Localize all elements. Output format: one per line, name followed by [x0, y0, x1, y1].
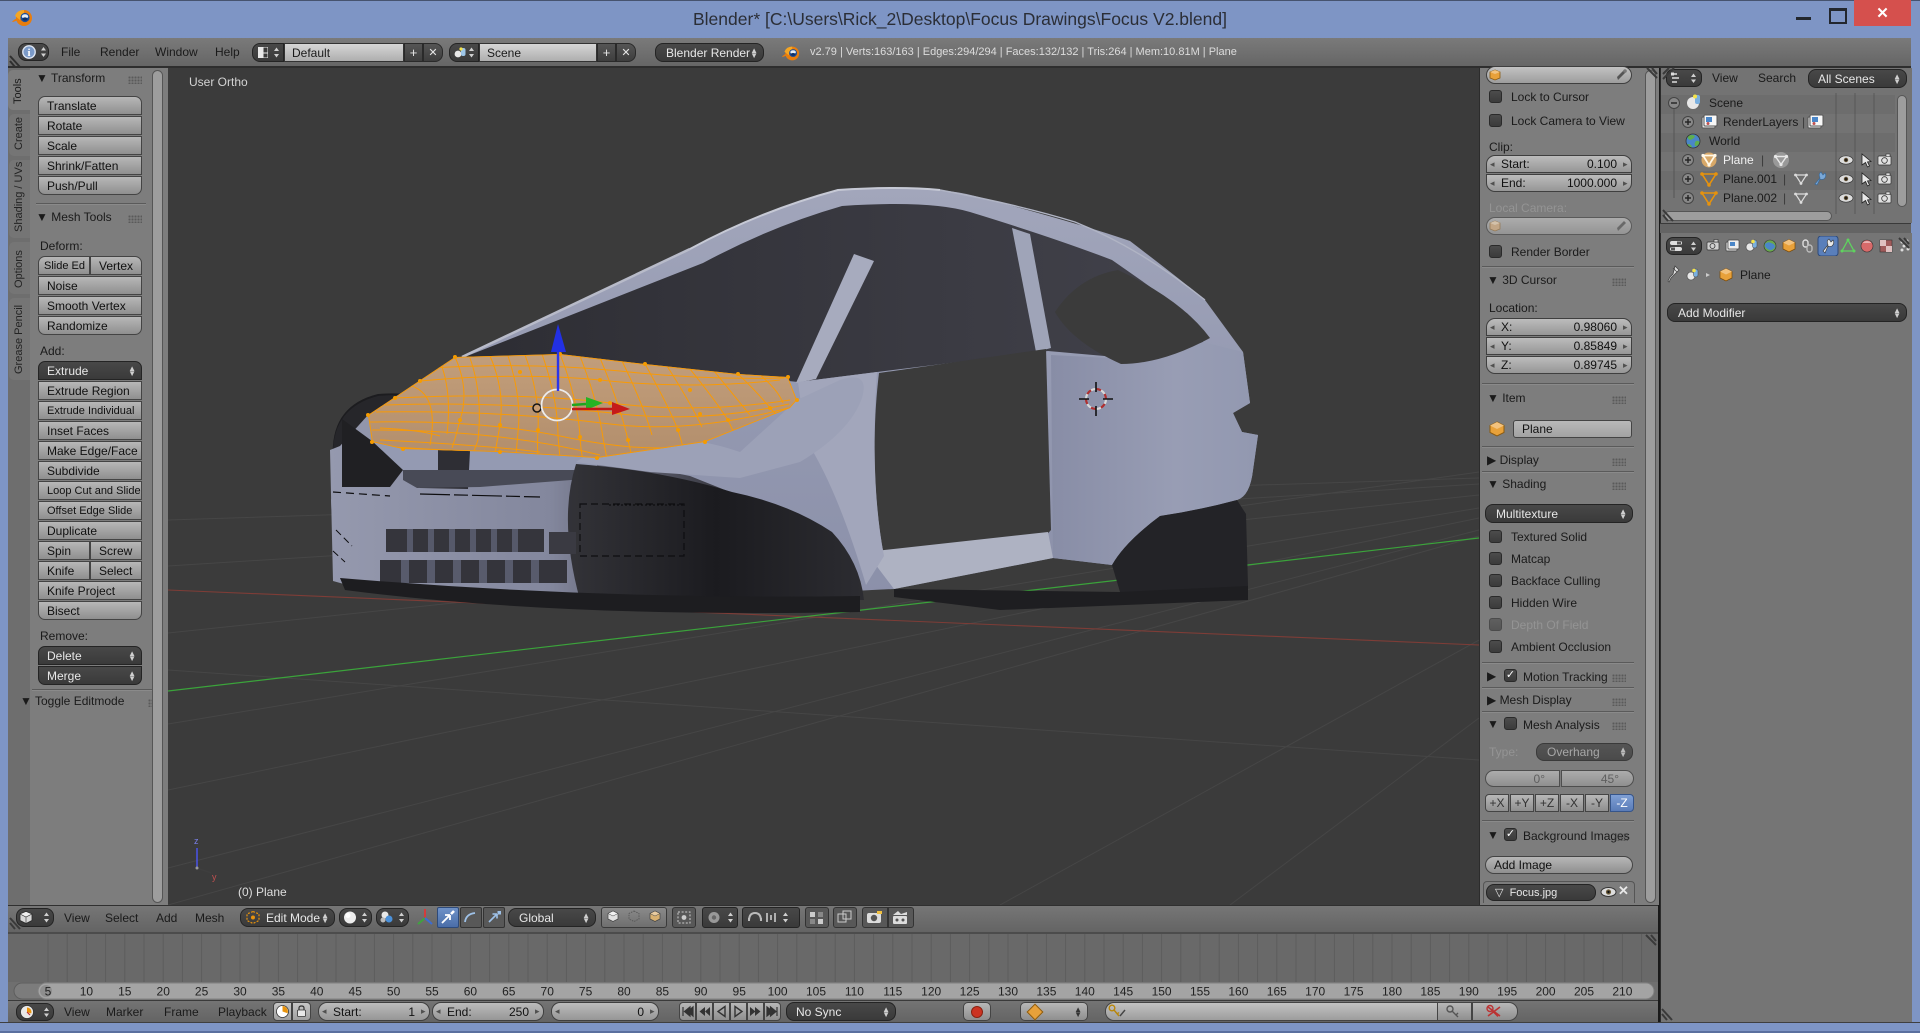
svg-text:180: 180	[1382, 985, 1402, 999]
svg-text:55: 55	[425, 985, 439, 999]
svg-text:RenderLayers: RenderLayers	[1723, 115, 1798, 129]
svg-text:140: 140	[1075, 985, 1095, 999]
svg-text:|: |	[1783, 191, 1786, 205]
svg-text:145: 145	[1113, 985, 1133, 999]
svg-text:85: 85	[656, 985, 670, 999]
svg-text:45: 45	[349, 985, 363, 999]
svg-text:160: 160	[1228, 985, 1248, 999]
svg-text:30: 30	[233, 985, 247, 999]
svg-text:110: 110	[845, 985, 864, 999]
svg-text:105: 105	[806, 985, 826, 999]
svg-text:40: 40	[310, 985, 324, 999]
svg-text:i: i	[27, 47, 30, 59]
svg-text:Plane.001: Plane.001	[1723, 172, 1777, 186]
svg-text:205: 205	[1574, 985, 1594, 999]
svg-text:|: |	[1783, 172, 1786, 186]
svg-text:95: 95	[733, 985, 747, 999]
svg-text:165: 165	[1267, 985, 1287, 999]
svg-text:195: 195	[1497, 985, 1517, 999]
svg-text:15: 15	[118, 985, 132, 999]
svg-text:35: 35	[272, 985, 286, 999]
svg-text:125: 125	[960, 985, 980, 999]
svg-text:130: 130	[998, 985, 1018, 999]
svg-text:Plane.002: Plane.002	[1723, 191, 1777, 205]
svg-text:20: 20	[157, 985, 171, 999]
svg-text:170: 170	[1305, 985, 1325, 999]
svg-text:135: 135	[1036, 985, 1056, 999]
svg-text:10: 10	[80, 985, 94, 999]
svg-text:175: 175	[1344, 985, 1364, 999]
svg-text:115: 115	[883, 985, 902, 999]
svg-text:190: 190	[1459, 985, 1479, 999]
svg-text:Plane: Plane	[1723, 153, 1754, 167]
svg-text:200: 200	[1536, 985, 1556, 999]
svg-text:75: 75	[579, 985, 593, 999]
svg-text:70: 70	[541, 985, 555, 999]
svg-text:150: 150	[1152, 985, 1172, 999]
svg-text:90: 90	[694, 985, 708, 999]
svg-text:120: 120	[921, 985, 941, 999]
svg-text:185: 185	[1420, 985, 1440, 999]
svg-text:50: 50	[387, 985, 401, 999]
svg-text:World: World	[1709, 134, 1740, 148]
svg-text:80: 80	[617, 985, 631, 999]
svg-text:(0) Plane: (0) Plane	[238, 885, 287, 899]
svg-text:y: y	[212, 872, 217, 882]
svg-text:Scene: Scene	[1709, 96, 1743, 110]
svg-text:User Ortho: User Ortho	[189, 75, 248, 89]
svg-text:Plane: Plane	[1740, 268, 1771, 282]
svg-text:155: 155	[1190, 985, 1210, 999]
svg-text:25: 25	[195, 985, 209, 999]
svg-text:z: z	[194, 836, 199, 846]
svg-text:|: |	[1761, 153, 1764, 167]
svg-text:210: 210	[1612, 985, 1632, 999]
svg-text:|: |	[1802, 115, 1805, 129]
svg-text:100: 100	[768, 985, 788, 999]
svg-text:5: 5	[45, 985, 52, 999]
svg-text:60: 60	[464, 985, 478, 999]
svg-text:65: 65	[502, 985, 516, 999]
